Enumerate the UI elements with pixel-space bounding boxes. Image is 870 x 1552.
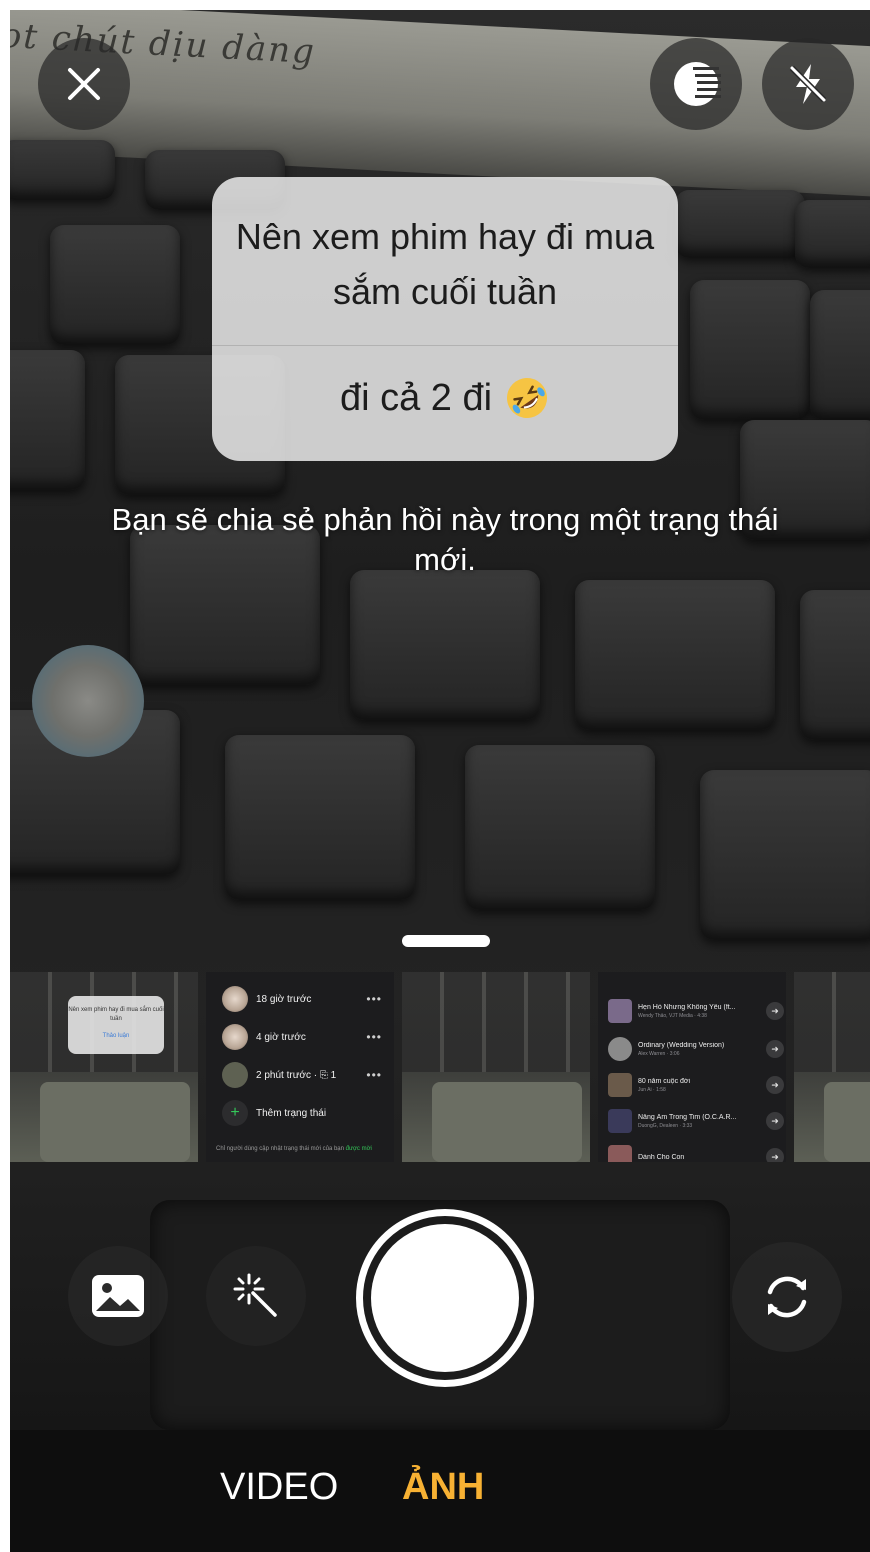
- recent-thumbnail[interactable]: [794, 972, 870, 1162]
- background-key: [800, 590, 870, 740]
- thumbnail-answer-text: Thảo luận: [102, 1033, 130, 1039]
- background-key: [700, 770, 870, 940]
- status-time: 18 giờ trước: [256, 993, 312, 1005]
- avatar: [222, 1024, 248, 1050]
- recent-thumbnail[interactable]: Hẹn Hò Nhưng Không Yêu (ft... Wendy Thảo…: [598, 972, 786, 1162]
- close-button[interactable]: [38, 38, 130, 130]
- switch-camera-button[interactable]: [732, 1242, 842, 1352]
- track-artist: Alex Warren · 3:06: [638, 1050, 680, 1057]
- background-key: [225, 735, 415, 900]
- flash-button[interactable]: [762, 38, 854, 130]
- status-time: 2 phút trước · ⎘ 1: [256, 1069, 337, 1081]
- music-row: 80 năm cuộc đời Jun Ai · 1:58 ➜: [608, 1068, 784, 1102]
- background-key: [50, 225, 180, 345]
- gallery-drag-handle[interactable]: [402, 935, 490, 947]
- question-card: Nên xem phim hay đi mua sắm cuối tuần đi…: [212, 177, 678, 461]
- magic-wand-icon: [233, 1273, 277, 1317]
- more-icon: •••: [366, 992, 382, 1006]
- add-status-row: + Thêm trạng thái: [222, 1098, 382, 1128]
- shutter-button[interactable]: [356, 1209, 534, 1387]
- album-cover: [608, 1073, 632, 1097]
- more-icon: •••: [366, 1030, 382, 1044]
- mode-tab-video[interactable]: VIDEO: [220, 1466, 338, 1509]
- music-row: Dành Cho Con ➜: [608, 1140, 784, 1162]
- track-artist: DuongG, Dealeen · 3:33: [638, 1122, 693, 1129]
- more-icon: •••: [366, 1068, 382, 1082]
- background-key: [690, 280, 810, 420]
- gallery-button[interactable]: [68, 1246, 168, 1346]
- close-icon: [68, 68, 100, 100]
- question-text: Nên xem phim hay đi mua sắm cuối tuần: [235, 216, 655, 312]
- music-row: Nắng Ấm Trong Tim (O.C.A.R... DuongG, De…: [608, 1104, 784, 1138]
- track-artist: Jun Ai · 1:58: [638, 1086, 666, 1093]
- shutter-inner: [371, 1224, 519, 1372]
- privacy-note-link: được mời: [345, 1146, 372, 1152]
- status-row: 2 phút trước · ⎘ 1 •••: [222, 1060, 382, 1090]
- gallery-icon: [92, 1275, 144, 1317]
- music-row: Ordinary (Wedding Version) Alex Warren ·…: [608, 1032, 784, 1066]
- track-artist: Wendy Thảo, VJT Media · 4:38: [638, 1012, 707, 1019]
- avatar: [222, 1062, 248, 1088]
- track-title: Dành Cho Con: [638, 1153, 685, 1161]
- arrow-right-icon: ➜: [766, 1002, 784, 1020]
- track-title: Hẹn Hò Nhưng Không Yêu (ft...: [638, 1003, 736, 1011]
- background-key: [810, 290, 870, 420]
- background-key: [675, 190, 805, 258]
- recent-media-strip[interactable]: Nên xem phim hay đi mua sắm cuối tuần Th…: [10, 972, 870, 1162]
- track-title: Ordinary (Wedding Version): [638, 1041, 725, 1049]
- status-row: 4 giờ trước •••: [222, 1022, 382, 1052]
- mode-tab-photo[interactable]: ẢNH: [402, 1466, 484, 1509]
- album-cover: [608, 1037, 632, 1061]
- switch-camera-icon: [767, 1276, 807, 1318]
- music-row: Hẹn Hò Nhưng Không Yêu (ft... Wendy Thảo…: [608, 994, 784, 1028]
- arrow-right-icon: ➜: [766, 1112, 784, 1130]
- card-divider: [212, 345, 678, 346]
- arrow-right-icon: ➜: [766, 1076, 784, 1094]
- share-note: Bạn sẽ chia sẻ phản hồi này trong một tr…: [111, 502, 779, 577]
- recent-thumbnail[interactable]: 18 giờ trước ••• 4 giờ trước ••• 2 phút …: [206, 972, 394, 1162]
- track-title: 80 năm cuộc đời: [638, 1077, 691, 1085]
- avatar: [222, 986, 248, 1012]
- flash-off-icon: [789, 64, 827, 104]
- plus-icon: +: [222, 1100, 248, 1126]
- background-key: [10, 140, 115, 200]
- arrow-right-icon: ➜: [766, 1148, 784, 1162]
- privacy-note-text: Chỉ người dùng cập nhật trạng thái mới c…: [216, 1146, 344, 1152]
- answer-row: đi cả 2 đi: [212, 375, 678, 421]
- background-paper: ot chút dịu dàng: [10, 10, 870, 197]
- status-time: 4 giờ trước: [256, 1031, 306, 1043]
- thumbnail-question-text: Nên xem phim hay đi mua sắm cuối tuần: [68, 1007, 164, 1022]
- background-key: [795, 200, 870, 268]
- album-cover: [608, 1109, 632, 1133]
- filter-button[interactable]: [650, 38, 742, 130]
- album-cover: [608, 1145, 632, 1162]
- album-cover: [608, 999, 632, 1023]
- recent-thumbnail[interactable]: [402, 972, 590, 1162]
- status-row: 18 giờ trước •••: [222, 984, 382, 1014]
- recent-thumbnail[interactable]: Nên xem phim hay đi mua sắm cuối tuần Th…: [10, 972, 198, 1162]
- filter-icon: [674, 62, 721, 106]
- thumbnail-question-card: Nên xem phim hay đi mua sắm cuối tuần Th…: [68, 996, 164, 1054]
- background-key: [465, 745, 655, 910]
- background-key: [10, 350, 85, 490]
- add-status-label: Thêm trạng thái: [256, 1107, 327, 1119]
- effects-button[interactable]: [206, 1246, 306, 1346]
- privacy-note: Chỉ người dùng cập nhật trạng thái mới c…: [216, 1146, 386, 1152]
- track-title: Nắng Ấm Trong Tim (O.C.A.R...: [638, 1113, 737, 1121]
- background-key: [350, 570, 540, 720]
- answer-text: đi cả 2 đi: [339, 376, 493, 419]
- rolling-on-floor-laughing-emoji-icon: [507, 378, 548, 418]
- capture-mode-bar: VIDEO ẢNH: [10, 1430, 870, 1552]
- camera-screen: ot chút dịu dàng Nên xem phim hay đi mua…: [10, 10, 870, 1552]
- arrow-right-icon: ➜: [766, 1040, 784, 1058]
- background-trackpoint: [32, 645, 144, 757]
- background-key: [575, 580, 775, 730]
